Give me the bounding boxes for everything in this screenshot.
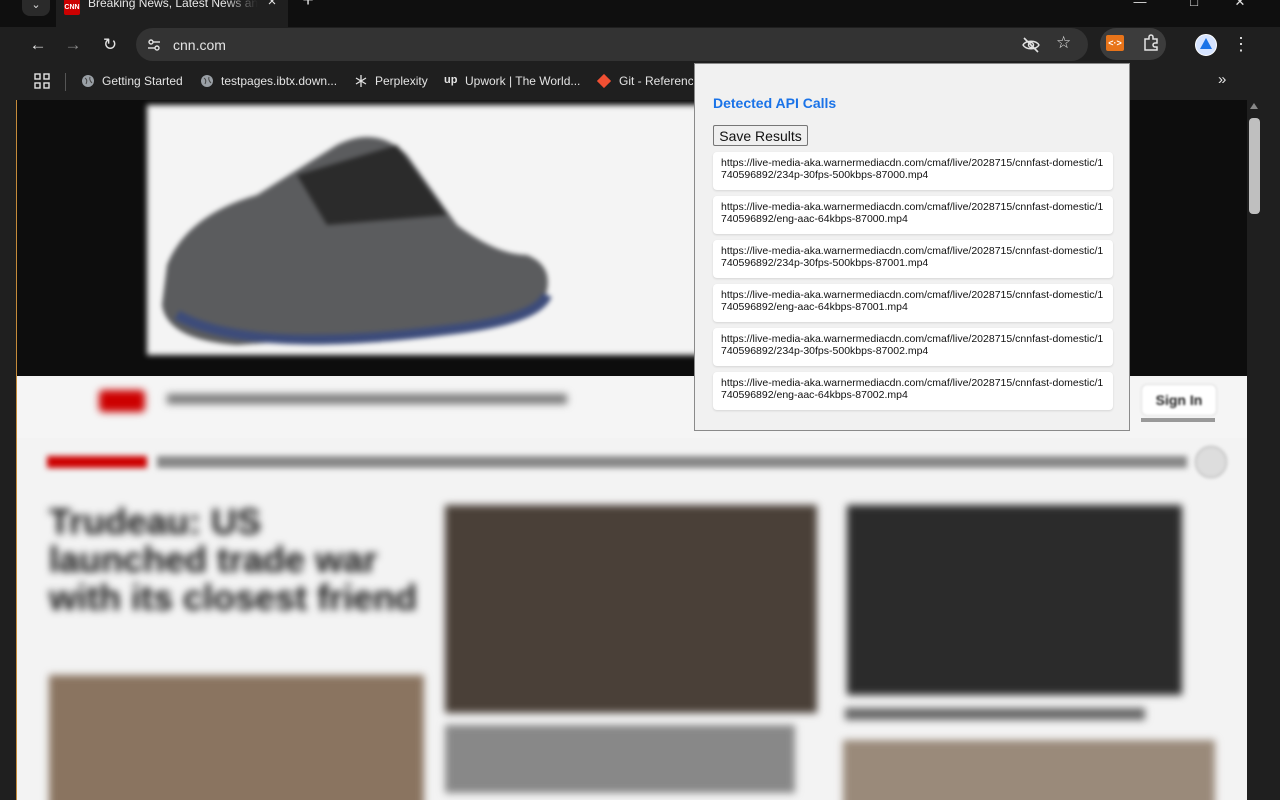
- globe-icon: [82, 75, 94, 87]
- maximize-icon[interactable]: □: [1184, 0, 1204, 10]
- kebab-menu-icon[interactable]: ⋮: [1232, 33, 1250, 55]
- perplexity-icon: [355, 75, 367, 87]
- cnn-favicon-icon: CNN: [64, 0, 80, 15]
- video-thumbnail[interactable]: [847, 505, 1182, 695]
- api-call-item[interactable]: https://live-media-aka.warnermediacdn.co…: [713, 240, 1113, 278]
- forward-icon[interactable]: →: [60, 32, 86, 58]
- back-icon[interactable]: ←: [25, 32, 51, 58]
- puzzle-icon[interactable]: [1142, 34, 1160, 52]
- api-call-list: https://live-media-aka.warnermediacdn.co…: [713, 152, 1113, 416]
- popup-title: Detected API Calls: [713, 95, 837, 111]
- api-call-item[interactable]: https://live-media-aka.warnermediacdn.co…: [713, 152, 1113, 190]
- extension-popup: Detected API Calls Save Results https://…: [694, 63, 1130, 431]
- bookmark-git-reference[interactable]: Git - Reference: [619, 74, 693, 88]
- main-headline[interactable]: Trudeau: US launched trade war with its …: [49, 503, 419, 617]
- video-caption[interactable]: [845, 708, 1145, 720]
- api-detector-extension-icon[interactable]: <·>: [1106, 35, 1124, 51]
- globe-icon: [201, 75, 213, 87]
- url-text[interactable]: cnn.com: [173, 37, 226, 53]
- more-bookmarks-icon[interactable]: »: [1218, 71, 1226, 88]
- eye-off-icon[interactable]: [1022, 36, 1040, 54]
- window-close-icon[interactable]: ✕: [1230, 0, 1250, 10]
- trending-ticker: [47, 450, 1187, 474]
- side-photo[interactable]: [843, 740, 1215, 800]
- api-call-item[interactable]: https://live-media-aka.warnermediacdn.co…: [713, 284, 1113, 322]
- tab-active[interactable]: CNN Breaking News, Latest News and Video…: [56, 0, 288, 27]
- bookmark-perplexity[interactable]: Perplexity: [375, 74, 428, 88]
- ticker-next-arrow-icon[interactable]: [1195, 446, 1227, 478]
- toolbar: ← → ↻ cnn.com ☆: [0, 27, 1280, 63]
- reload-icon[interactable]: ↻: [97, 32, 123, 58]
- nav-links[interactable]: [167, 394, 567, 404]
- minimize-icon[interactable]: —: [1130, 0, 1150, 10]
- git-icon: [597, 74, 611, 88]
- address-bar[interactable]: cnn.com ☆: [136, 28, 1088, 61]
- api-call-item[interactable]: https://live-media-aka.warnermediacdn.co…: [713, 196, 1113, 234]
- profile-avatar[interactable]: [1195, 34, 1217, 56]
- tab-strip: ⌄ CNN Breaking News, Latest News and Vid…: [0, 0, 1280, 27]
- api-call-item[interactable]: https://live-media-aka.warnermediacdn.co…: [713, 328, 1113, 366]
- oval-office-photo[interactable]: [445, 505, 817, 713]
- tab-search-chevron-icon[interactable]: ⌄: [22, 0, 50, 16]
- bookmark-upwork[interactable]: Upwork | The World...: [465, 74, 580, 88]
- api-call-item[interactable]: https://live-media-aka.warnermediacdn.co…: [713, 372, 1113, 410]
- bookmarks-divider: [65, 73, 66, 91]
- bookmark-getting-started[interactable]: Getting Started: [102, 74, 183, 88]
- scroll-up-arrow-icon[interactable]: [1250, 103, 1258, 109]
- tab-close-icon[interactable]: ×: [264, 0, 280, 10]
- sign-in-button[interactable]: Sign In: [1141, 384, 1217, 416]
- site-info-icon[interactable]: [146, 37, 162, 53]
- upwork-icon: up: [444, 74, 458, 86]
- page-scrollbar-thumb[interactable]: [1249, 118, 1260, 214]
- cnn-logo[interactable]: [99, 390, 145, 412]
- secondary-headline[interactable]: [445, 725, 795, 793]
- new-tab-icon[interactable]: +: [298, 0, 318, 12]
- bookmark-testpages[interactable]: testpages.ibtx.down...: [221, 74, 337, 88]
- nav-underline: [1141, 418, 1215, 422]
- tab-title: Breaking News, Latest News and Videos | …: [88, 0, 258, 10]
- shoe-ad-image: [162, 137, 552, 345]
- bookmark-star-icon[interactable]: ☆: [1056, 33, 1071, 53]
- save-results-button[interactable]: Save Results: [713, 125, 808, 146]
- trudeau-photo[interactable]: [49, 675, 424, 800]
- apps-grid-icon[interactable]: [34, 73, 50, 89]
